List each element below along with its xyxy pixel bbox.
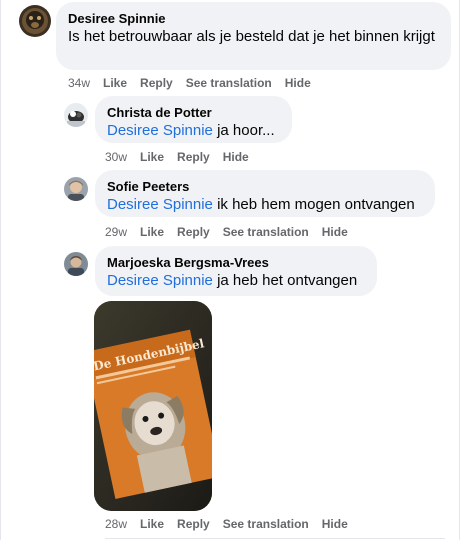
like-button[interactable]: Like (140, 517, 164, 531)
mention-link[interactable]: Desiree Spinnie (107, 122, 213, 139)
comment-age[interactable]: 28w (105, 517, 127, 531)
comment-bubble: Sofie Peeters Desiree Spinnie ik heb hem… (95, 170, 435, 217)
comment-thread: Desiree Spinnie Is het betrouwbaar als j… (0, 0, 460, 540)
comment-bubble: Marjoeska Bergsma-Vrees Desiree Spinnie … (95, 246, 377, 296)
comment-actions: 29w Like Reply See translation Hide (105, 224, 361, 240)
comment-author[interactable]: Christa de Potter (107, 104, 280, 121)
comment-text: ik heb hem mogen ontvangen (217, 196, 415, 213)
like-button[interactable]: Like (140, 150, 164, 164)
comment-author[interactable]: Desiree Spinnie (68, 10, 439, 27)
reply-button[interactable]: Reply (177, 150, 210, 164)
comment-actions: 34w Like Reply See translation Hide (68, 75, 324, 91)
mention-link[interactable]: Desiree Spinnie (107, 196, 213, 213)
comment-author[interactable]: Marjoeska Bergsma-Vrees (107, 254, 365, 271)
mention-link[interactable]: Desiree Spinnie (107, 272, 213, 289)
comment-author[interactable]: Sofie Peeters (107, 178, 423, 195)
avatar[interactable] (19, 5, 51, 37)
see-translation-button[interactable]: See translation (186, 76, 272, 90)
hide-button[interactable]: Hide (322, 225, 348, 239)
hide-button[interactable]: Hide (285, 76, 311, 90)
comment-age[interactable]: 30w (105, 150, 127, 164)
comment-actions: 30w Like Reply Hide (105, 149, 262, 165)
see-translation-button[interactable]: See translation (223, 517, 309, 531)
divider (105, 538, 445, 539)
avatar[interactable] (64, 252, 88, 276)
comment-bubble: Desiree Spinnie Is het betrouwbaar als j… (56, 2, 451, 70)
comment-text: Is het betrouwbaar als je besteld dat je… (68, 28, 435, 45)
reply-button[interactable]: Reply (177, 517, 210, 531)
reply-button[interactable]: Reply (140, 76, 173, 90)
comment-bubble: Christa de Potter Desiree Spinnie ja hoo… (95, 96, 292, 143)
comment-age[interactable]: 29w (105, 225, 127, 239)
comment-text: ja hoor... (217, 122, 275, 139)
like-button[interactable]: Like (140, 225, 164, 239)
reply-button[interactable]: Reply (177, 225, 210, 239)
comment-actions: 28w Like Reply See translation Hide (105, 516, 361, 532)
attached-photo[interactable]: De Hondenbijbel (94, 301, 212, 511)
see-translation-button[interactable]: See translation (223, 225, 309, 239)
comment-age[interactable]: 34w (68, 76, 90, 90)
hide-button[interactable]: Hide (322, 517, 348, 531)
hide-button[interactable]: Hide (223, 150, 249, 164)
avatar[interactable] (64, 177, 88, 201)
avatar[interactable] (64, 103, 88, 127)
like-button[interactable]: Like (103, 76, 127, 90)
comment-text: ja heb het ontvangen (217, 272, 358, 289)
